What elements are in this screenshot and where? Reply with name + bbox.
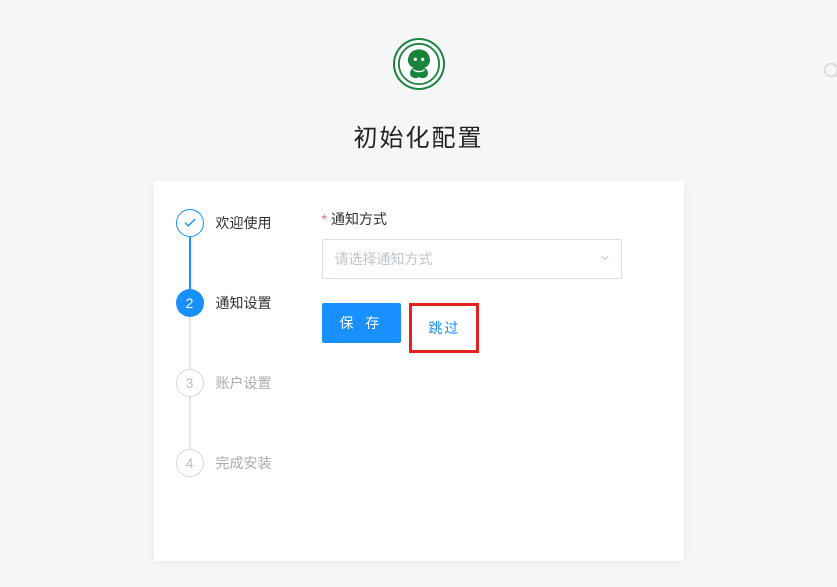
app-logo [393,38,445,90]
check-icon [176,209,204,237]
step-connector [189,317,191,369]
chevron-down-icon [599,251,611,267]
form-content: *通知方式 请选择通知方式 保 存 跳过 [306,209,664,541]
step-finish[interactable]: 4 完成安装 [176,449,306,477]
step-label: 通知设置 [216,293,272,313]
step-label: 账户设置 [216,373,272,393]
step-label: 欢迎使用 [216,213,272,233]
field-label: *通知方式 [322,209,664,229]
step-label: 完成安装 [216,453,272,473]
step-number-icon: 3 [176,369,204,397]
step-connector [189,397,191,449]
label-text: 通知方式 [331,211,387,227]
dragon-logo-icon [397,42,441,86]
notify-method-select[interactable]: 请选择通知方式 [322,239,622,279]
step-notify[interactable]: 2 通知设置 [176,289,306,317]
select-placeholder: 请选择通知方式 [335,249,433,269]
step-connector [189,237,191,289]
step-number-icon: 4 [176,449,204,477]
skip-button[interactable]: 跳过 [414,308,474,348]
step-number-icon: 2 [176,289,204,317]
steps-list: 欢迎使用 2 通知设置 3 账户设置 4 完成安装 [176,209,306,541]
step-welcome[interactable]: 欢迎使用 [176,209,306,237]
page-title: 初始化配置 [354,118,484,153]
config-card: 欢迎使用 2 通知设置 3 账户设置 4 完成安装 *通知方式 [154,181,684,561]
step-account[interactable]: 3 账户设置 [176,369,306,397]
skip-highlight-box: 跳过 [409,303,479,353]
save-button[interactable]: 保 存 [322,303,402,343]
required-star-icon: * [322,211,327,227]
search-icon[interactable] [821,60,837,87]
